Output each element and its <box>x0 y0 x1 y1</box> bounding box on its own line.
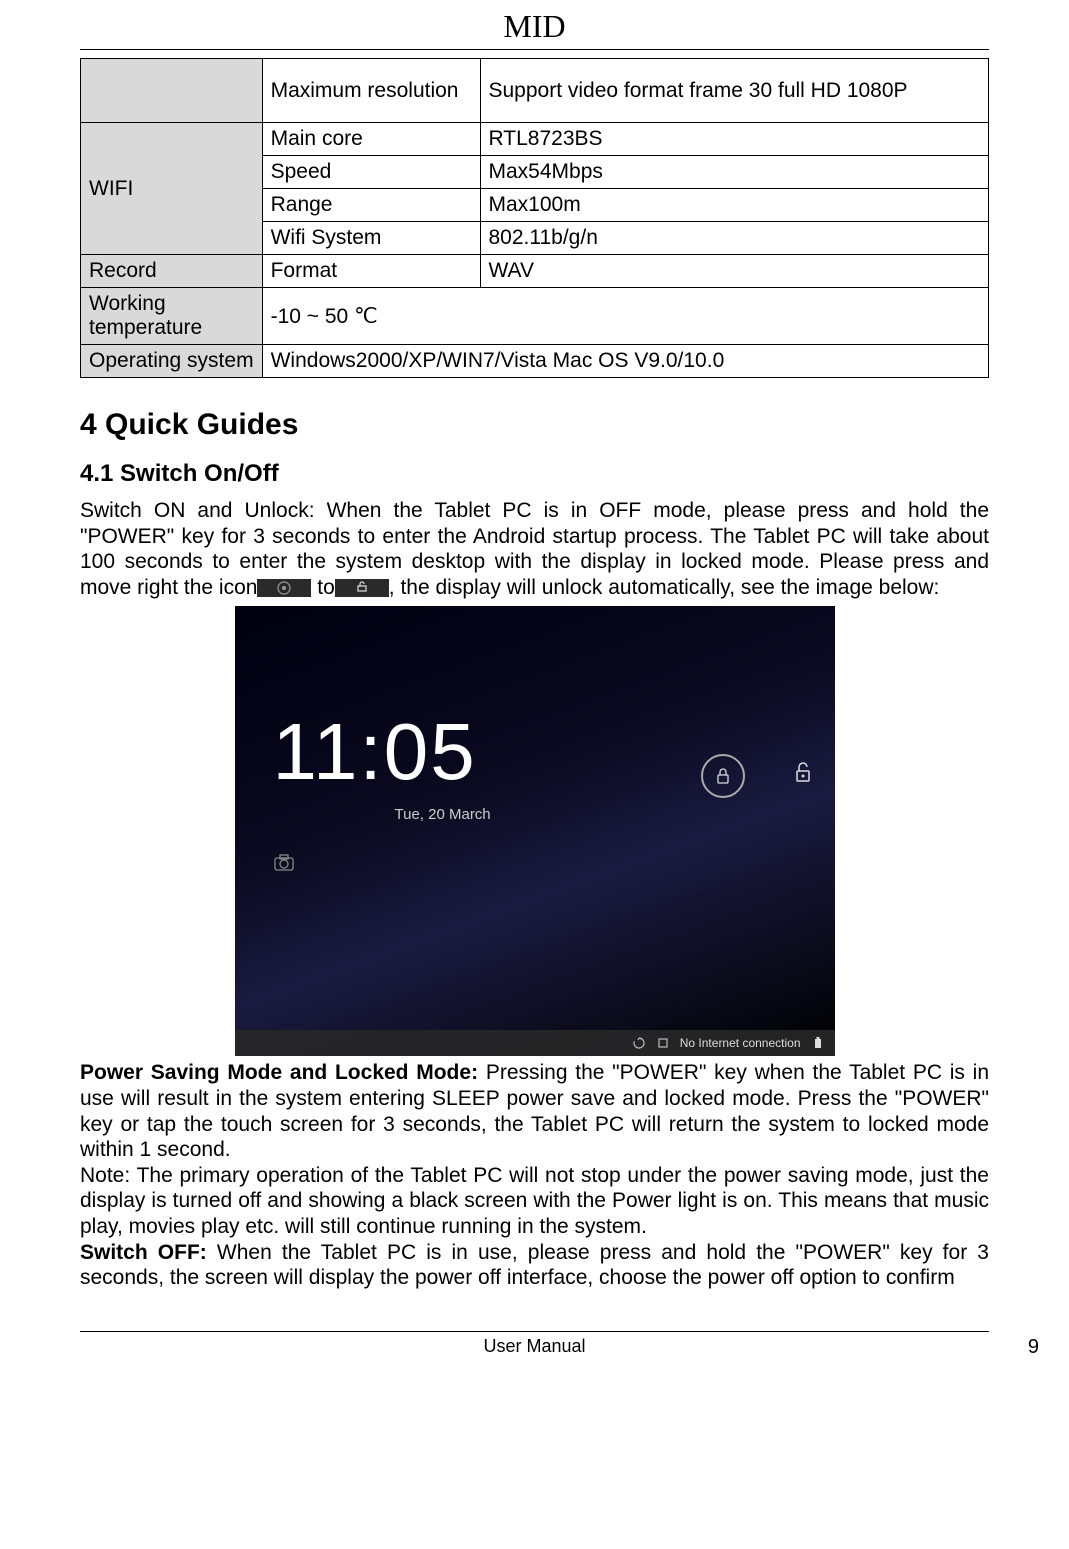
text-switch-on-part2: , the display will unlock automatically,… <box>389 576 940 599</box>
spec-value: 802.11b/g/n <box>480 222 989 255</box>
paragraph-note: Note: The primary operation of the Table… <box>80 1163 989 1240</box>
unlock-target-icon <box>789 758 817 791</box>
lockscreen-image: 11:05 Tue, 20 March <box>235 606 835 1056</box>
spec-category-blank <box>81 59 263 123</box>
spec-key: Maximum resolution <box>262 59 480 123</box>
footer-title: User Manual <box>483 1336 585 1357</box>
spec-value: Windows2000/XP/WIN7/Vista Mac OS V9.0/10… <box>262 345 988 378</box>
spec-category-temp: Working temperature <box>81 288 263 345</box>
table-row: Operating system Windows2000/XP/WIN7/Vis… <box>81 345 989 378</box>
label-switch-off: Switch OFF: <box>80 1241 217 1264</box>
table-row: Working temperature -10 ~ 50 ℃ <box>81 288 989 345</box>
lockscreen-time: 11:05 <box>273 706 477 798</box>
table-row: Record Format WAV <box>81 255 989 288</box>
spec-table: Maximum resolution Support video format … <box>80 58 989 378</box>
spec-value: RTL8723BS <box>480 123 989 156</box>
page-number: 9 <box>1028 1336 1039 1359</box>
battery-icon <box>811 1036 825 1050</box>
spec-value: -10 ~ 50 ℃ <box>262 288 988 345</box>
page-header: MID <box>80 0 989 49</box>
spec-value: WAV <box>480 255 989 288</box>
page-footer: User Manual 9 <box>80 1331 989 1362</box>
spec-key: Wifi System <box>262 222 480 255</box>
spec-key: Main core <box>262 123 480 156</box>
spec-category-record: Record <box>81 255 263 288</box>
spec-value: Max54Mbps <box>480 156 989 189</box>
lock-circle-icon <box>257 579 311 597</box>
spec-key: Format <box>262 255 480 288</box>
table-row: Maximum resolution Support video format … <box>81 59 989 123</box>
table-row: WIFI Main core RTL8723BS <box>81 123 989 156</box>
subsection-switch-onoff: 4.1 Switch On/Off <box>80 460 989 488</box>
text-switch-on-mid: to <box>311 576 334 599</box>
paragraph-switch-off: Switch OFF: When the Tablet PC is in use… <box>80 1240 989 1291</box>
unlock-slot-icon <box>335 579 389 597</box>
sync-icon <box>632 1036 646 1050</box>
lockscreen-date: Tue, 20 March <box>395 806 491 823</box>
header-divider <box>80 49 989 50</box>
paragraph-power-saving: Power Saving Mode and Locked Mode: Press… <box>80 1060 989 1162</box>
status-bar: No Internet connection <box>235 1030 835 1056</box>
spec-key: Speed <box>262 156 480 189</box>
paragraph-switch-on: Switch ON and Unlock: When the Tablet PC… <box>80 498 989 600</box>
spec-key: Range <box>262 189 480 222</box>
spec-category-wifi: WIFI <box>81 123 263 255</box>
spec-value: Support video format frame 30 full HD 10… <box>480 59 989 123</box>
settings-icon <box>656 1036 670 1050</box>
section-quick-guides: 4 Quick Guides <box>80 408 989 442</box>
status-text: No Internet connection <box>680 1036 801 1050</box>
lock-drag-handle-icon <box>701 754 745 798</box>
spec-category-os: Operating system <box>81 345 263 378</box>
camera-icon <box>273 851 295 873</box>
spec-value: Max100m <box>480 189 989 222</box>
text-switch-off: When the Tablet PC is in use, please pre… <box>80 1241 989 1290</box>
label-power-saving: Power Saving Mode and Locked Mode: <box>80 1061 486 1084</box>
